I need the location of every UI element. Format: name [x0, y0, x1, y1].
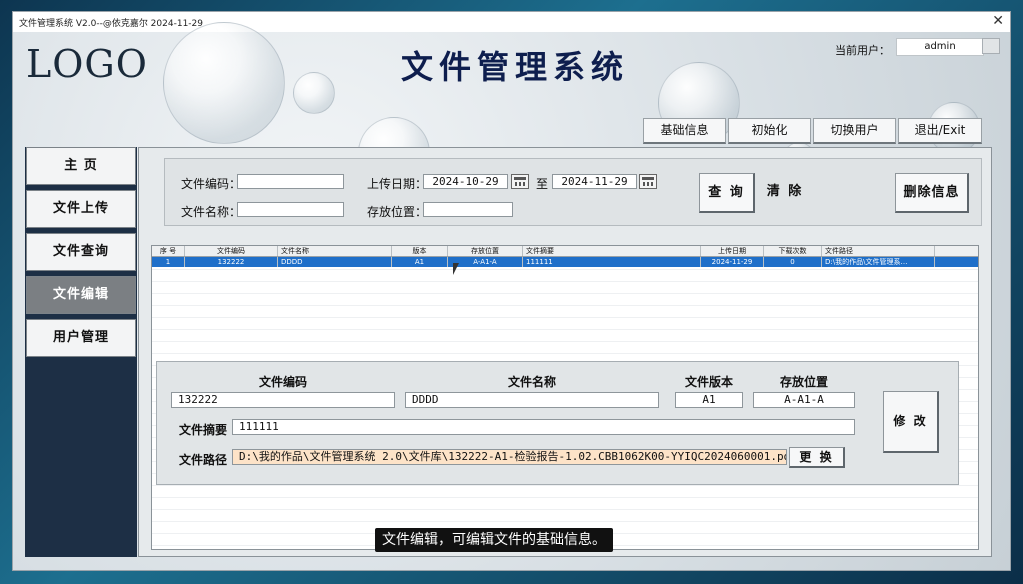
column-header[interactable]: 序 号: [152, 246, 185, 256]
bubble-decoration: [293, 72, 335, 114]
bubble-decoration: [163, 22, 285, 144]
edit-name-input[interactable]: DDDD: [405, 392, 659, 408]
table-row[interactable]: 1 132222 DDDD A1 A-A1-A 111111 2024-11-2…: [152, 257, 978, 267]
app-window: 文件管理系统 V2.0--@依克嘉尔 2024-11-29 ✕ LOGO 文件管…: [12, 11, 1011, 571]
edit-version-input[interactable]: A1: [675, 392, 743, 408]
edit-version-header: 文件版本: [684, 375, 733, 389]
column-header[interactable]: 下载次数: [764, 246, 822, 256]
table-cell: 2024-11-29: [701, 257, 764, 267]
initialize-button[interactable]: 初始化: [728, 118, 811, 144]
main-panel: 文件编码： 文件名称： 上传日期： 2024-10-29 至 2024-11-2…: [138, 147, 992, 557]
sidebar-item-query[interactable]: 文件查询: [26, 233, 136, 271]
edit-code-input[interactable]: 132222: [171, 392, 395, 408]
column-header[interactable]: 文件名称: [278, 246, 392, 256]
column-header[interactable]: 文件编码: [185, 246, 278, 256]
calendar-icon[interactable]: [639, 174, 657, 189]
name-filter-label: 文件名称：: [181, 205, 242, 219]
table-cell: 1: [152, 257, 185, 267]
clear-button: 清 除: [766, 184, 804, 199]
modify-button[interactable]: 修 改: [883, 391, 939, 453]
edit-panel: 文件编码 文件名称 文件版本 存放位置 132222 DDDD A1 A-A1-…: [156, 361, 959, 485]
table-cell: 132222: [185, 257, 278, 267]
table-cell: A1: [392, 257, 448, 267]
edit-path-input[interactable]: D:\我的作品\文件管理系统 2.0\文件库\132222-A1-检验报告-1.…: [232, 449, 787, 465]
code-filter-input[interactable]: [237, 174, 344, 189]
basic-info-button[interactable]: 基础信息: [643, 118, 726, 144]
column-header[interactable]: 文件路径: [822, 246, 935, 256]
subtitle-caption: 文件编辑，可编辑文件的基础信息。: [375, 528, 613, 552]
edit-summary-label: 文件摘要: [179, 423, 228, 437]
delete-info-button[interactable]: 删除信息: [895, 173, 969, 213]
column-header[interactable]: 文件摘要: [523, 246, 701, 256]
date-to-label: 至: [536, 177, 549, 191]
location-filter-label: 存放位置：: [367, 205, 428, 219]
filter-panel: 文件编码： 文件名称： 上传日期： 2024-10-29 至 2024-11-2…: [164, 158, 982, 226]
user-switch-button[interactable]: [982, 38, 1000, 54]
current-user-field[interactable]: admin: [896, 38, 984, 56]
column-header[interactable]: 存放位置: [448, 246, 523, 256]
query-button[interactable]: 查 询: [699, 173, 755, 213]
table-cell: 111111: [523, 257, 701, 267]
edit-location-header: 存放位置: [779, 375, 828, 389]
sidebar-item-upload[interactable]: 文件上传: [26, 190, 136, 228]
edit-name-header: 文件名称: [507, 375, 556, 389]
calendar-icon[interactable]: [511, 174, 529, 189]
table-cell: DDDD: [278, 257, 392, 267]
sidebar-item-edit[interactable]: 文件编辑: [26, 276, 136, 314]
edit-code-header: 文件编码: [258, 375, 307, 389]
edit-path-label: 文件路径: [179, 453, 228, 467]
date-to-input[interactable]: 2024-11-29: [552, 174, 637, 189]
table-cell: D:\我的作品\文件管理系…: [822, 257, 935, 267]
edit-summary-input[interactable]: 111111: [232, 419, 855, 435]
current-user-label: 当前用户：: [835, 44, 890, 57]
exit-button[interactable]: 退出/Exit: [898, 118, 982, 144]
logo: LOGO: [26, 42, 148, 86]
close-icon[interactable]: ✕: [992, 13, 1004, 29]
sidebar: 主 页 文件上传 文件查询 文件编辑 用户管理: [25, 147, 137, 557]
name-filter-input[interactable]: [237, 202, 344, 217]
code-filter-label: 文件编码：: [181, 177, 242, 191]
column-header[interactable]: 上传日期: [701, 246, 764, 256]
sidebar-item-home[interactable]: 主 页: [26, 147, 136, 185]
sidebar-item-user-management[interactable]: 用户管理: [26, 319, 136, 357]
edit-location-input[interactable]: A-A1-A: [753, 392, 855, 408]
switch-user-button[interactable]: 切换用户: [813, 118, 896, 144]
app-title: 文件管理系统: [401, 48, 630, 86]
table-cell: 0: [764, 257, 822, 267]
change-file-button[interactable]: 更 换: [789, 447, 845, 468]
column-header[interactable]: 版本: [392, 246, 448, 256]
title-bar: 文件管理系统 V2.0--@依克嘉尔 2024-11-29 ✕: [13, 12, 1010, 33]
table-header: 序 号 文件编码 文件名称 版本 存放位置 文件摘要 上传日期 下载次数 文件路…: [152, 246, 978, 257]
window-title: 文件管理系统 V2.0--@依克嘉尔 2024-11-29: [19, 19, 203, 29]
location-filter-input[interactable]: [423, 202, 513, 217]
mouse-cursor-icon: [453, 263, 459, 275]
date-filter-label: 上传日期：: [367, 177, 428, 191]
table-cell: A-A1-A: [448, 257, 523, 267]
date-from-input[interactable]: 2024-10-29: [423, 174, 508, 189]
